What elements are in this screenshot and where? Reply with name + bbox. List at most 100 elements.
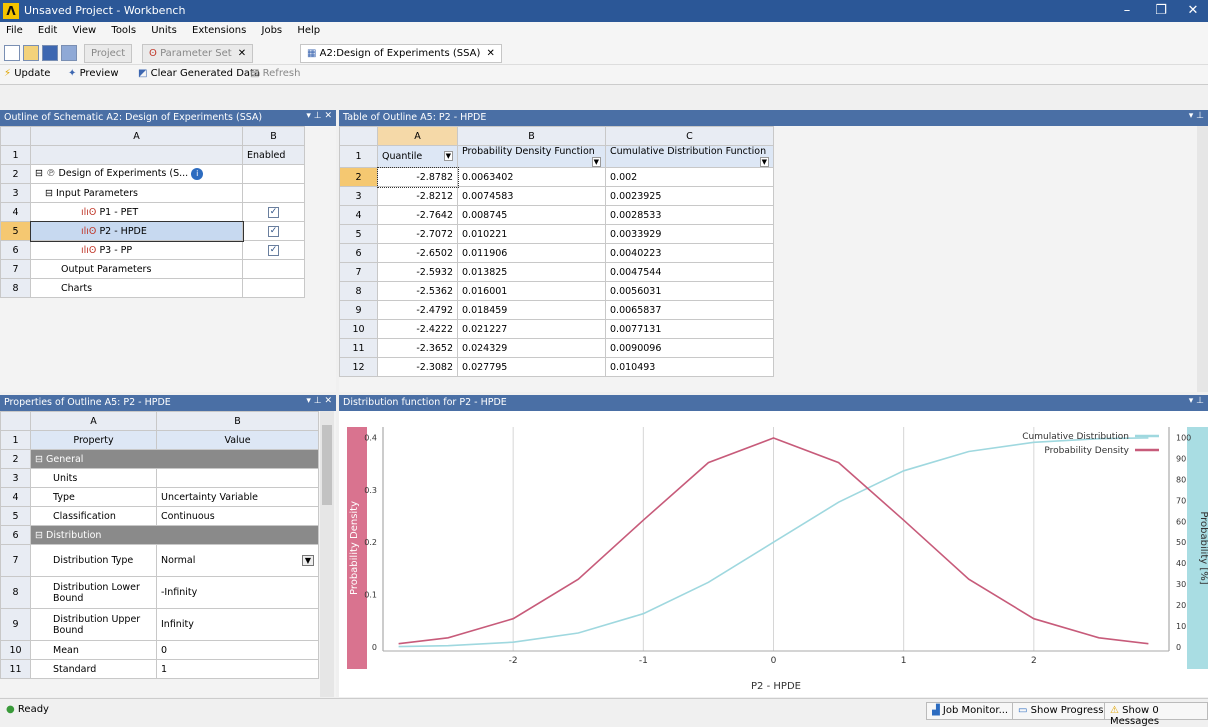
menu-help[interactable]: Help [291,22,326,39]
close-window-button[interactable]: ✕ [1178,2,1208,20]
tab-parameter-set[interactable]: ʘ Parameter Set ✕ [142,44,254,63]
property-value[interactable] [156,468,319,488]
quantile-cell[interactable]: -2.8212 [377,186,458,206]
column-header-b[interactable]: B [156,411,319,431]
column-header-b[interactable]: B [457,126,606,146]
preview-button[interactable]: ✦ Preview [68,68,119,79]
filter-dropdown-icon[interactable]: ▼ [591,157,601,167]
new-project-icon[interactable] [4,45,20,61]
quantile-cell[interactable]: -2.5362 [377,281,458,301]
property-value[interactable]: 1 [156,659,319,679]
cdf-cell[interactable]: 0.0090096 [605,338,774,358]
close-tab-icon[interactable]: ✕ [486,48,494,59]
panel-controls-icon[interactable]: ▾ ⊥ [1189,111,1204,121]
collapse-icon[interactable]: ⊟ [35,454,43,465]
property-value[interactable]: Infinity [156,608,319,641]
property-value[interactable]: Uncertainty Variable [156,487,319,507]
outline-item-p3-pp[interactable]: ılıʘ P3 - PP [30,240,243,260]
enabled-checkbox[interactable]: ✓ [268,245,279,256]
outline-item-p1-pet[interactable]: ılıʘ P1 - PET [30,202,243,222]
column-header-a[interactable]: A [377,126,458,146]
enabled-checkbox[interactable]: ✓ [268,226,279,237]
pdf-cell[interactable]: 0.024329 [457,338,606,358]
cdf-cell[interactable]: 0.0040223 [605,243,774,263]
open-project-icon[interactable] [23,45,39,61]
quantile-header[interactable]: Quantile ▼ [377,145,458,168]
menu-tools[interactable]: Tools [105,22,142,39]
quantile-cell[interactable]: -2.7072 [377,224,458,244]
pdf-cell[interactable]: 0.0074583 [457,186,606,206]
menu-view[interactable]: View [66,22,102,39]
pdf-cell[interactable]: 0.016001 [457,281,606,301]
menu-extensions[interactable]: Extensions [186,22,252,39]
clear-generated-data-button[interactable]: ◩ Clear Generated Data [138,68,260,79]
quantile-cell[interactable]: -2.6502 [377,243,458,263]
outline-item-output-parameters[interactable]: Output Parameters [30,259,243,279]
cdf-cell[interactable]: 0.0028533 [605,205,774,225]
save-project-icon[interactable] [42,45,58,61]
quantile-cell[interactable]: -2.3652 [377,338,458,358]
quantile-cell[interactable]: -2.8782 [376,166,459,188]
info-icon[interactable]: i [191,168,204,180]
outline-item-charts[interactable]: Charts [30,278,243,298]
outline-item-p2-hpde[interactable]: ılıʘ P2 - HPDE [29,220,244,242]
quantile-cell[interactable]: -2.7642 [377,205,458,225]
pdf-cell[interactable]: 0.008745 [457,205,606,225]
cdf-cell[interactable]: 0.0077131 [605,319,774,339]
menu-jobs[interactable]: Jobs [256,22,289,39]
filter-dropdown-icon[interactable]: ▼ [443,151,453,161]
update-button[interactable]: ⚡ Update [4,68,50,79]
job-monitor-button[interactable]: ▟ Job Monitor... [926,702,1015,720]
pdf-cell[interactable]: 0.010221 [457,224,606,244]
cdf-cell[interactable]: 0.0023925 [605,186,774,206]
refresh-button[interactable]: ▤ Refresh [250,68,300,79]
cdf-cell[interactable]: 0.0056031 [605,281,774,301]
scrollbar-thumb[interactable] [322,425,332,505]
cdf-cell[interactable]: 0.002 [605,167,774,187]
menu-units[interactable]: Units [145,22,183,39]
menu-file[interactable]: File [0,22,29,39]
collapse-icon[interactable]: ⊟ [45,188,53,199]
pdf-cell[interactable]: 0.0063402 [457,167,606,187]
minimize-button[interactable]: – [1112,2,1142,20]
group-general[interactable]: ⊟ General [30,449,319,469]
pdf-cell[interactable]: 0.011906 [457,243,606,263]
cdf-cell[interactable]: 0.010493 [605,357,774,377]
cdf-cell[interactable]: 0.0033929 [605,224,774,244]
save-as-icon[interactable] [61,45,77,61]
tab-design-of-experiments[interactable]: ▦ A2:Design of Experiments (SSA) ✕ [300,44,502,63]
show-progress-button[interactable]: ▭ Show Progress [1012,702,1110,720]
tab-project[interactable]: Project [84,44,133,63]
close-tab-icon[interactable]: ✕ [238,48,246,59]
column-header-c[interactable]: C [605,126,774,146]
pdf-cell[interactable]: 0.021227 [457,319,606,339]
pdf-header[interactable]: Probability Density Function ▼ [457,145,606,168]
property-value[interactable]: 0 [156,640,319,660]
pdf-cell[interactable]: 0.013825 [457,262,606,282]
column-header-b[interactable]: B [242,126,305,146]
restore-button[interactable]: ❐ [1146,2,1176,20]
filter-dropdown-icon[interactable]: ▼ [759,157,769,167]
pdf-cell[interactable]: 0.018459 [457,300,606,320]
cdf-cell[interactable]: 0.0047544 [605,262,774,282]
distribution-type-select[interactable]: Normal ▼ [156,544,319,577]
collapse-icon[interactable]: ⊟ [35,530,43,541]
quantile-cell[interactable]: -2.4792 [377,300,458,320]
column-header-a[interactable]: A [30,126,243,146]
cdf-header[interactable]: Cumulative Distribution Function ▼ [605,145,774,168]
quantile-cell[interactable]: -2.5932 [377,262,458,282]
panel-controls-icon[interactable]: ▾ ⊥ [1189,396,1204,406]
outline-item-input-parameters[interactable]: ⊟ Input Parameters [30,183,243,203]
dropdown-arrow-icon[interactable]: ▼ [301,555,314,566]
group-distribution[interactable]: ⊟ Distribution [30,525,319,545]
show-messages-button[interactable]: ⚠ Show 0 Messages [1104,702,1208,727]
properties-scrollbar[interactable] [320,411,334,697]
table-scrollbar[interactable] [1197,126,1208,392]
panel-controls-icon[interactable]: ▾ ⊥ ✕ [306,111,332,121]
quantile-cell[interactable]: -2.3082 [377,357,458,377]
quantile-cell[interactable]: -2.4222 [377,319,458,339]
collapse-icon[interactable]: ⊟ [35,168,43,179]
outline-item-doe[interactable]: ⊟ ℗ Design of Experiments (S... i [30,164,243,184]
property-value[interactable]: Continuous [156,506,319,526]
cdf-cell[interactable]: 0.0065837 [605,300,774,320]
